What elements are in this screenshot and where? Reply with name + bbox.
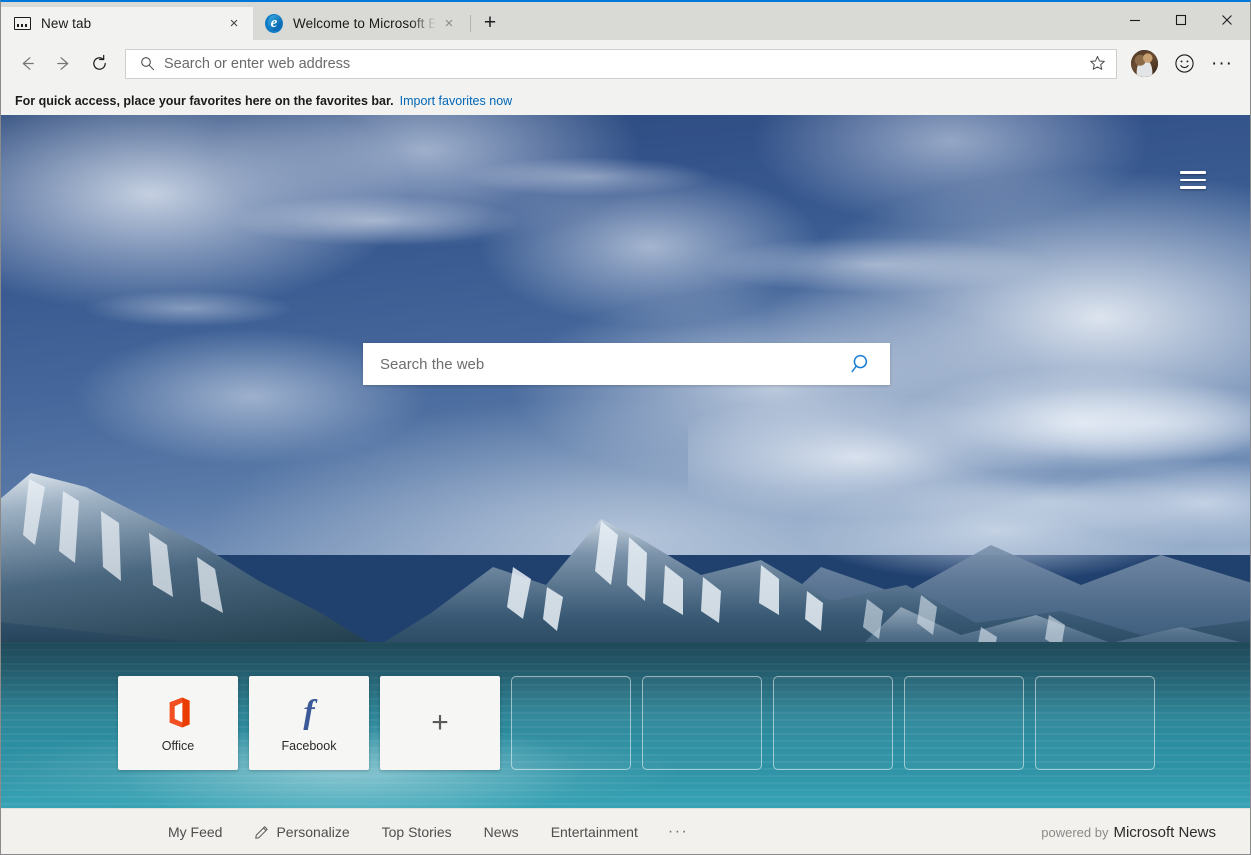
news-tab-label: My Feed <box>168 824 222 840</box>
tab-close-icon[interactable]: × <box>436 11 462 37</box>
news-tab-top-stories[interactable]: Top Stories <box>366 824 468 840</box>
tile-empty-slot[interactable] <box>511 676 631 770</box>
hamburger-bar <box>1180 186 1206 189</box>
office-icon <box>163 694 193 732</box>
tab-welcome-to-microsoft-edge-dev[interactable]: Welcome to Microsoft Edge Dev × <box>253 7 468 40</box>
news-feed-bar: My Feed Personalize Top Stories News Ent… <box>1 808 1250 855</box>
news-tab-label: Entertainment <box>551 824 638 840</box>
tab-new-tab[interactable]: New tab × <box>1 7 253 40</box>
tab-close-icon[interactable]: × <box>221 11 247 37</box>
tile-facebook[interactable]: f Facebook <box>249 676 369 770</box>
web-search-box[interactable]: Search the web <box>363 343 890 385</box>
window-controls <box>1112 2 1250 38</box>
favorites-bar-message: For quick access, place your favorites h… <box>15 94 394 108</box>
news-tab-news[interactable]: News <box>468 824 535 840</box>
tile-empty-slot[interactable] <box>642 676 762 770</box>
tab-title: Welcome to Microsoft Edge Dev <box>293 16 436 31</box>
search-icon <box>136 56 158 71</box>
tile-empty-slot[interactable] <box>904 676 1024 770</box>
news-tab-my-feed[interactable]: My Feed <box>152 824 238 840</box>
news-nav: My Feed Personalize Top Stories News Ent… <box>152 823 702 841</box>
news-tab-more-icon[interactable]: ··· <box>654 823 702 841</box>
tile-add-site[interactable]: + <box>380 676 500 770</box>
minimize-icon[interactable] <box>1112 2 1158 38</box>
new-tab-button[interactable]: + <box>475 7 505 37</box>
new-tab-page: Search the web Office f <box>1 115 1250 855</box>
refresh-button[interactable] <box>81 46 117 82</box>
powered-by-label: powered by <box>1041 825 1108 840</box>
news-tab-entertainment[interactable]: Entertainment <box>535 824 654 840</box>
avatar[interactable] <box>1131 50 1158 77</box>
top-sites-tiles: Office f Facebook + <box>118 676 1155 770</box>
newtab-icon <box>13 15 31 33</box>
news-tab-personalize[interactable]: Personalize <box>238 824 365 840</box>
facebook-icon: f <box>303 694 314 732</box>
pencil-icon <box>254 825 269 840</box>
tile-empty-slot[interactable] <box>1035 676 1155 770</box>
address-input[interactable]: Search or enter web address <box>158 56 1082 72</box>
browser-toolbar: Search or enter web address ··· <box>1 40 1250 87</box>
tile-office[interactable]: Office <box>118 676 238 770</box>
web-search-input[interactable]: Search the web <box>363 356 834 373</box>
hamburger-bar <box>1180 171 1206 174</box>
tab-title: New tab <box>41 16 221 31</box>
browser-window: New tab × Welcome to Microsoft Edge Dev … <box>0 0 1251 855</box>
hamburger-bar <box>1180 179 1206 182</box>
favorite-star-icon[interactable] <box>1082 50 1112 78</box>
news-tab-label: Top Stories <box>382 824 452 840</box>
page-settings-menu-button[interactable] <box>1180 169 1206 191</box>
search-icon[interactable] <box>834 343 890 385</box>
import-favorites-link[interactable]: Import favorites now <box>400 94 513 108</box>
tile-empty-slot[interactable] <box>773 676 893 770</box>
powered-by-microsoft-news: powered by Microsoft News <box>1041 824 1216 841</box>
forward-button[interactable] <box>45 46 81 82</box>
feedback-smiley-icon[interactable] <box>1166 46 1202 82</box>
news-tab-label: Personalize <box>276 824 349 840</box>
tile-label: Facebook <box>282 739 337 753</box>
settings-and-more-button[interactable]: ··· <box>1204 46 1240 82</box>
favorites-bar: For quick access, place your favorites h… <box>1 87 1250 115</box>
tab-strip: New tab × Welcome to Microsoft Edge Dev … <box>1 2 1250 40</box>
address-bar[interactable]: Search or enter web address <box>125 49 1117 79</box>
tile-label: Office <box>162 739 194 753</box>
news-tab-label: News <box>484 824 519 840</box>
plus-icon: + <box>431 704 449 742</box>
tab-divider <box>470 15 471 32</box>
maximize-icon[interactable] <box>1158 2 1204 38</box>
edge-logo-icon <box>265 15 283 33</box>
close-icon[interactable] <box>1204 2 1250 38</box>
back-button[interactable] <box>9 46 45 82</box>
news-provider-label: Microsoft News <box>1113 824 1216 841</box>
